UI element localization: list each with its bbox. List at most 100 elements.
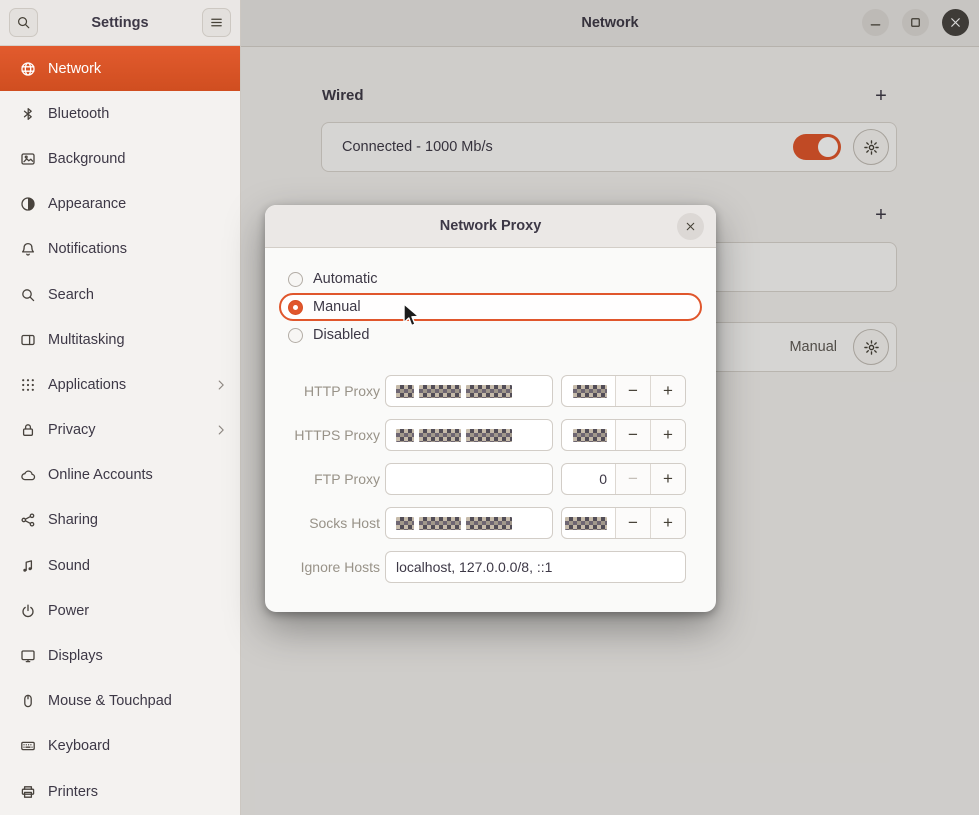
redacted-text (396, 429, 414, 442)
chevron-right-icon (214, 423, 228, 437)
sidebar-item-multitasking[interactable]: Multitasking (0, 317, 240, 362)
spinner-value: 0 (562, 464, 615, 494)
increment-button[interactable]: + (650, 376, 685, 406)
sidebar-item-label: Power (48, 603, 89, 619)
proxy-option-label: Disabled (313, 327, 369, 343)
redacted-text (419, 429, 461, 442)
proxy-field-ftp-proxy: FTP Proxy 0−+ (279, 463, 702, 495)
hamburger-menu-icon (209, 15, 224, 30)
search-icon (16, 15, 31, 30)
sidebar: Settings Network Bluetooth Background Appea… (0, 0, 241, 815)
sidebar-item-background[interactable]: Background (0, 136, 240, 181)
gnome-settings-window: Settings Network Bluetooth Background Appea… (0, 0, 979, 815)
sidebar-item-label: Appearance (48, 196, 126, 212)
ftp-proxy-port-spinner[interactable]: 0−+ (561, 463, 686, 495)
search-icon (20, 287, 36, 303)
apps-grid-icon (20, 377, 36, 393)
sidebar-item-label: Keyboard (48, 738, 110, 754)
display-icon (20, 648, 36, 664)
chevron-right-icon (214, 378, 228, 392)
proxy-field-http-proxy: HTTP Proxy −+ (279, 375, 702, 407)
sidebar-item-network[interactable]: Network (0, 46, 240, 91)
redacted-text (466, 429, 512, 442)
radio-unchecked-icon (288, 328, 303, 343)
sidebar-item-bluetooth[interactable]: Bluetooth (0, 91, 240, 136)
sidebar-item-label: Background (48, 151, 125, 167)
http-proxy-label: HTTP Proxy (279, 383, 380, 399)
sidebar-item-label: Multitasking (48, 332, 125, 348)
spinner-value (562, 508, 615, 538)
sidebar-item-applications[interactable]: Applications (0, 362, 240, 407)
proxy-option-manual[interactable]: Manual (279, 293, 702, 321)
decrement-button[interactable]: − (615, 508, 650, 538)
decrement-button[interactable]: − (615, 376, 650, 406)
sidebar-item-printers[interactable]: Printers (0, 769, 240, 814)
sidebar-item-sound[interactable]: Sound (0, 543, 240, 588)
socks-host-port-spinner[interactable]: −+ (561, 507, 686, 539)
socks-host-label: Socks Host (279, 515, 380, 531)
proxy-option-automatic[interactable]: Automatic (279, 265, 702, 293)
increment-button[interactable]: + (650, 420, 685, 450)
proxy-option-label: Automatic (313, 271, 377, 287)
printer-icon (20, 784, 36, 800)
sound-icon (20, 558, 36, 574)
https-proxy-input[interactable] (385, 419, 553, 451)
sidebar-item-label: Search (48, 287, 94, 303)
sidebar-item-label: Sound (48, 558, 90, 574)
redacted-text (565, 517, 607, 530)
sidebar-item-online-accounts[interactable]: Online Accounts (0, 453, 240, 498)
settings-title: Settings (38, 15, 202, 31)
redacted-text (573, 385, 607, 398)
sidebar-item-label: Notifications (48, 241, 127, 257)
sidebar-item-power[interactable]: Power (0, 588, 240, 633)
globe-icon (20, 61, 36, 77)
proxy-field-socks-host: Socks Host −+ (279, 507, 702, 539)
sidebar-item-sharing[interactable]: Sharing (0, 498, 240, 543)
spinner-value (562, 376, 615, 406)
menu-button[interactable] (202, 8, 231, 37)
redacted-text (419, 517, 461, 530)
sidebar-item-label: Printers (48, 784, 98, 800)
search-button[interactable] (9, 8, 38, 37)
proxy-option-label: Manual (313, 299, 361, 315)
ignore-hosts-label: Ignore Hosts (279, 559, 380, 575)
sidebar-item-label: Bluetooth (48, 106, 109, 122)
bluetooth-icon (20, 106, 36, 122)
sidebar-item-mouse-touchpad[interactable]: Mouse & Touchpad (0, 679, 240, 724)
network-proxy-dialog: Network Proxy Automatic Manual Disabled HT… (265, 205, 716, 612)
decrement-button[interactable]: − (615, 464, 650, 494)
sidebar-item-label: Mouse & Touchpad (48, 693, 172, 709)
sidebar-headerbar: Settings (0, 0, 240, 46)
input-value: localhost, 127.0.0.0/8, ::1 (396, 559, 552, 575)
decrement-button[interactable]: − (615, 420, 650, 450)
https-proxy-port-spinner[interactable]: −+ (561, 419, 686, 451)
https-proxy-label: HTTPS Proxy (279, 427, 380, 443)
dialog-title: Network Proxy (440, 218, 542, 234)
socks-host-input[interactable] (385, 507, 553, 539)
power-icon (20, 603, 36, 619)
sidebar-item-label: Displays (48, 648, 103, 664)
cloud-icon (20, 467, 36, 483)
sidebar-item-appearance[interactable]: Appearance (0, 182, 240, 227)
keyboard-icon (20, 738, 36, 754)
share-icon (20, 512, 36, 528)
ftp-proxy-label: FTP Proxy (279, 471, 380, 487)
sidebar-item-displays[interactable]: Displays (0, 633, 240, 678)
redacted-text (466, 385, 512, 398)
proxy-fields: HTTP Proxy−+HTTPS Proxy−+FTP Proxy0−+Soc… (279, 375, 702, 595)
proxy-field-https-proxy: HTTPS Proxy −+ (279, 419, 702, 451)
increment-button[interactable]: + (650, 508, 685, 538)
dialog-close-button[interactable] (677, 213, 704, 240)
sidebar-item-notifications[interactable]: Notifications (0, 227, 240, 272)
http-proxy-input[interactable] (385, 375, 553, 407)
sidebar-item-privacy[interactable]: Privacy (0, 408, 240, 453)
http-proxy-port-spinner[interactable]: −+ (561, 375, 686, 407)
proxy-option-disabled[interactable]: Disabled (279, 321, 702, 349)
sidebar-item-keyboard[interactable]: Keyboard (0, 724, 240, 769)
sidebar-item-search[interactable]: Search (0, 272, 240, 317)
lock-icon (20, 422, 36, 438)
ignore-hosts-input[interactable]: localhost, 127.0.0.0/8, ::1 (385, 551, 686, 583)
ftp-proxy-input[interactable] (385, 463, 553, 495)
sidebar-item-label: Privacy (48, 422, 96, 438)
increment-button[interactable]: + (650, 464, 685, 494)
